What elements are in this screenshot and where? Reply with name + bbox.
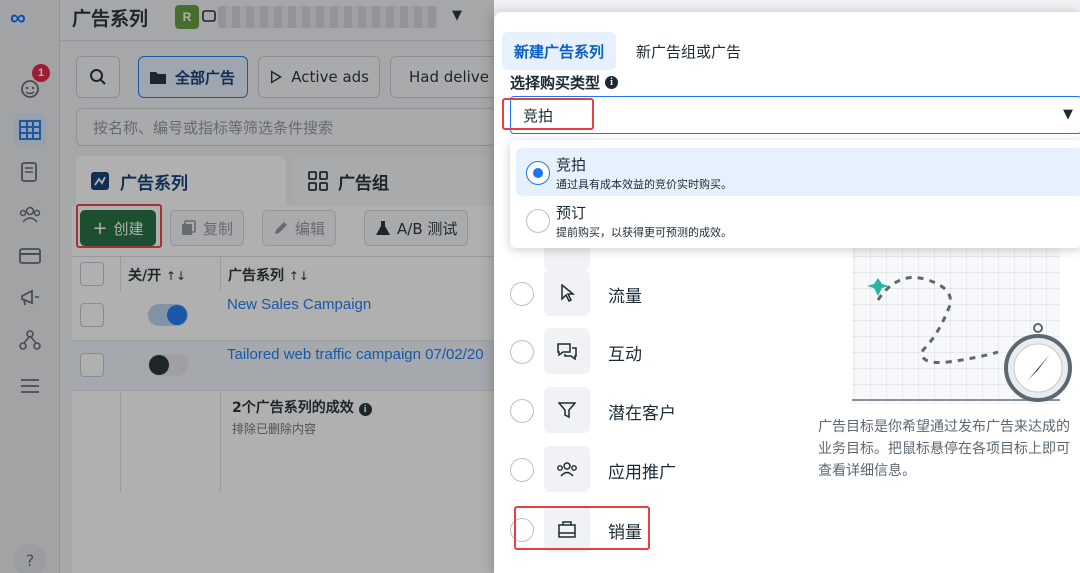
buying-type-dropdown: 竞拍 通过具有成本效益的竞价实时购买。 预订 提前购买，以获得更可预测的成效。 bbox=[510, 140, 1080, 248]
objective-radio[interactable] bbox=[510, 282, 534, 306]
objective-radio[interactable] bbox=[510, 458, 534, 482]
buying-type-highlight-box bbox=[502, 98, 594, 130]
objective-description: 广告目标是你希望通过发布广告来达成的业务目标。把鼠标悬停在各项目标上即可查看详细… bbox=[818, 419, 1070, 479]
objective-label: 互动 bbox=[608, 345, 642, 365]
tab-new-adset-or-ad[interactable]: 新广告组或广告 bbox=[624, 32, 753, 70]
objective-radio[interactable] bbox=[510, 399, 534, 423]
buying-type-option-auction[interactable]: 竞拍 通过具有成本效益的竞价实时购买。 bbox=[516, 148, 1080, 196]
objective-illustration bbox=[838, 240, 1080, 412]
objective-label: 应用推广 bbox=[608, 463, 676, 483]
sales-highlight-box bbox=[514, 506, 650, 550]
option-description: 提前购买，以获得更可预测的成效。 bbox=[556, 226, 732, 239]
funnel-icon bbox=[544, 387, 590, 433]
cursor-icon bbox=[544, 270, 590, 316]
buying-type-option-reservation[interactable]: 预订 提前购买，以获得更可预测的成效。 bbox=[516, 196, 1080, 244]
objective-label: 流量 bbox=[608, 287, 642, 307]
option-radio[interactable] bbox=[526, 209, 550, 233]
buying-type-label: 选择购买类型 bbox=[510, 74, 601, 92]
option-description: 通过具有成本效益的竞价实时购买。 bbox=[556, 178, 732, 191]
objective-label: 潜在客户 bbox=[608, 404, 676, 424]
buying-type-heading: 选择购买类型 i bbox=[510, 72, 619, 93]
people-group-icon bbox=[544, 446, 590, 492]
create-campaign-dialog: 新建广告系列 新广告组或广告 选择购买类型 i 竞拍 ▼ 流量 互动 潜在客户 bbox=[494, 12, 1080, 573]
objective-radio[interactable] bbox=[510, 340, 534, 364]
info-icon[interactable]: i bbox=[605, 76, 619, 89]
option-title: 预订 bbox=[556, 204, 587, 222]
tab-new-campaign[interactable]: 新建广告系列 bbox=[502, 32, 617, 70]
option-title: 竞拍 bbox=[556, 156, 587, 174]
modal-backdrop[interactable] bbox=[0, 0, 494, 573]
chat-bubbles-icon bbox=[544, 328, 590, 374]
option-radio-selected[interactable] bbox=[526, 161, 550, 185]
buying-type-select[interactable]: 竞拍 ▼ bbox=[510, 96, 1080, 134]
chevron-down-icon: ▼ bbox=[1063, 107, 1073, 122]
